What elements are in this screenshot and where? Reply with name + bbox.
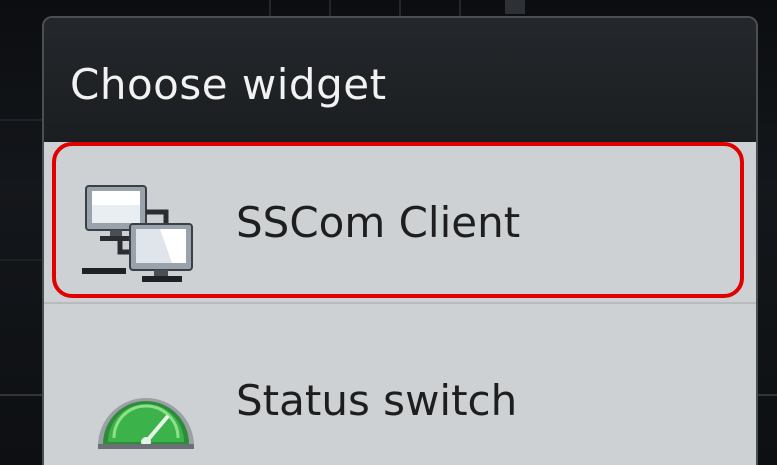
dialog-header: Choose widget (44, 18, 756, 142)
item-label-status-switch: Status switch (236, 376, 518, 425)
speedometer-gauge-icon (98, 398, 194, 449)
widget-list: SSCom Client Status switch (44, 142, 756, 465)
item-label-sscom-client: SSCom Client (236, 198, 521, 247)
dialog-title: Choose widget (70, 60, 387, 109)
screen: Choose widget SSCom Client Status switch (0, 0, 777, 465)
choose-widget-dialog: Choose widget SSCom Client Status switch (42, 16, 758, 465)
list-item-sscom-client[interactable]: SSCom Client (44, 142, 756, 302)
network-computers-icon (82, 185, 193, 282)
list-item-status-switch[interactable]: Status switch (44, 302, 756, 462)
